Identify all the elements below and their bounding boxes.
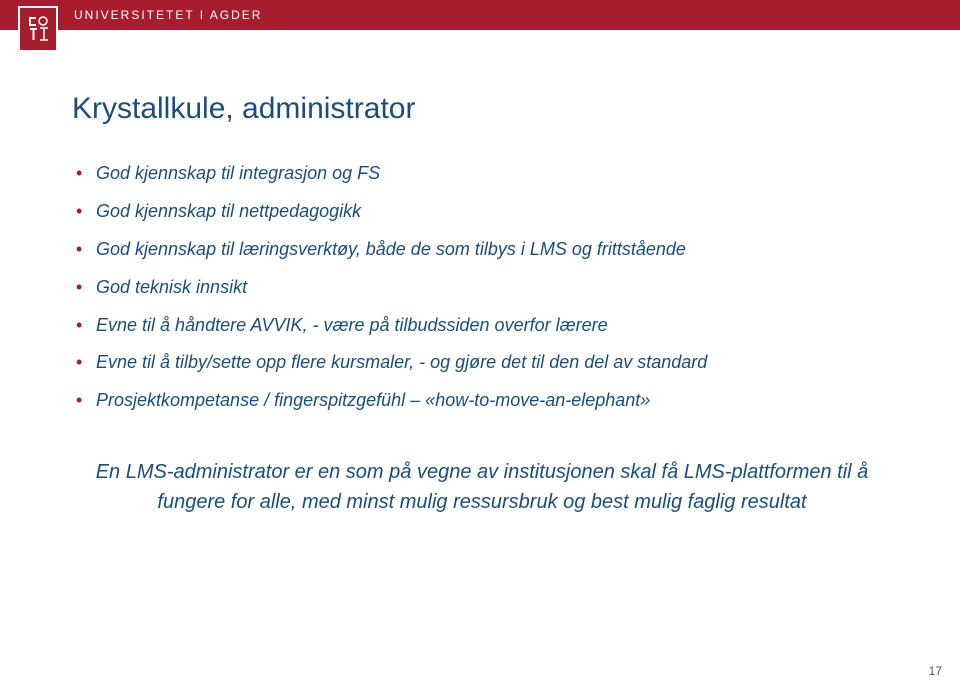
bullet-item: God kjennskap til læringsverktøy, både d…	[76, 236, 892, 264]
bullet-item: Evne til å tilby/sette opp flere kursmal…	[76, 349, 892, 377]
bullet-item: Evne til å håndtere AVVIK, - være på til…	[76, 312, 892, 340]
bullet-list: God kjennskap til integrasjon og FS God …	[76, 160, 892, 415]
bullet-item: Prosjektkompetanse / fingerspitzgefühl –…	[76, 387, 892, 415]
university-logo	[18, 6, 58, 52]
bullet-item: God kjennskap til integrasjon og FS	[76, 160, 892, 188]
slide-content: Krystallkule, administrator God kjennska…	[72, 92, 892, 517]
bullet-item: God kjennskap til nettpedagogikk	[76, 198, 892, 226]
slide-title: Krystallkule, administrator	[72, 92, 892, 126]
bullet-item: God teknisk innsikt	[76, 274, 892, 302]
header-institution: UNIVERSITETET I AGDER	[74, 8, 262, 22]
header-bar: UNIVERSITETET I AGDER	[0, 0, 960, 30]
summary-text: En LMS-administrator er en som på vegne …	[72, 457, 892, 517]
page-number: 17	[929, 664, 942, 678]
